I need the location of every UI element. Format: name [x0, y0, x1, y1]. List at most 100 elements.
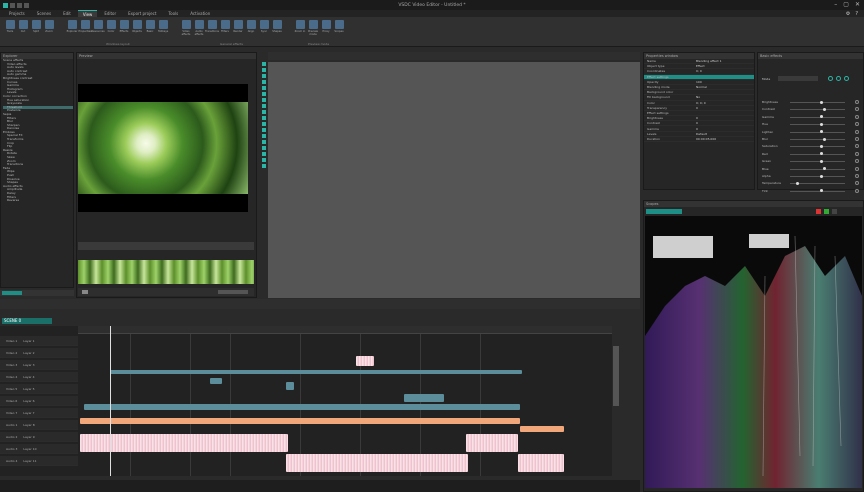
- ribbon-button-sync[interactable]: Sync: [258, 19, 270, 39]
- tool-icon[interactable]: [262, 74, 266, 78]
- slider-knob[interactable]: [820, 159, 824, 163]
- preview-ruler[interactable]: [78, 242, 254, 250]
- video-clip[interactable]: [84, 404, 520, 410]
- blue-channel-toggle[interactable]: [832, 209, 837, 214]
- ribbon-button-scopes[interactable]: Scopes: [333, 19, 345, 39]
- ribbon-button-zoom-in[interactable]: Zoom in: [294, 19, 306, 39]
- slider-track[interactable]: [790, 131, 845, 133]
- reset-icon[interactable]: [836, 76, 841, 81]
- ribbon-button-zoom[interactable]: Zoom: [43, 19, 55, 39]
- ribbon-button-video-effects[interactable]: Video effects: [180, 19, 192, 39]
- ribbon-button-shapes[interactable]: Shapes: [271, 19, 283, 39]
- color-wheel-icon[interactable]: [828, 76, 833, 81]
- tool-icon[interactable]: [262, 110, 266, 114]
- audio-clip[interactable]: [80, 434, 288, 452]
- ribbon-button-preview-mode[interactable]: Preview mode: [307, 19, 319, 39]
- scene-tab[interactable]: SCENE 0: [2, 318, 52, 324]
- tool-icon[interactable]: [262, 146, 266, 150]
- tool-icon[interactable]: [262, 92, 266, 96]
- ribbon-button-filters[interactable]: Filters: [219, 19, 231, 39]
- slider-knob[interactable]: [820, 152, 824, 156]
- tool-icon[interactable]: [262, 152, 266, 156]
- reset-slider-icon[interactable]: [855, 181, 859, 186]
- tool-icon[interactable]: [262, 86, 266, 90]
- ribbon-button-explorer[interactable]: Explorer: [66, 19, 78, 39]
- ribbon-button-cut[interactable]: Cut: [17, 19, 29, 39]
- reset-slider-icon[interactable]: [855, 100, 859, 104]
- slider-track[interactable]: [790, 161, 845, 163]
- reset-slider-icon[interactable]: [855, 129, 859, 134]
- audio-clip[interactable]: [518, 454, 564, 472]
- video-clip[interactable]: [110, 370, 522, 374]
- slider-track[interactable]: [790, 102, 845, 103]
- menu-item-projects[interactable]: Projects: [4, 10, 30, 17]
- tool-icon[interactable]: [262, 98, 266, 102]
- reset-slider-icon[interactable]: [855, 107, 859, 112]
- slider-track[interactable]: [790, 153, 845, 155]
- track-header[interactable]: Video 2 Layer 2: [0, 348, 78, 358]
- ribbon-button-hotkeys[interactable]: Hotkeys: [157, 19, 169, 39]
- video-clip[interactable]: [210, 378, 222, 384]
- mode-select[interactable]: [778, 76, 818, 81]
- menu-item-activation[interactable]: Activation: [185, 10, 215, 17]
- slider-knob[interactable]: [820, 122, 824, 126]
- ribbon-button-proxy[interactable]: Proxy: [320, 19, 332, 39]
- ribbon-button-audio-effects[interactable]: Audio effects: [193, 19, 205, 39]
- track-header[interactable]: Audio 4 Layer 11: [0, 456, 78, 466]
- scope-mode-select[interactable]: [646, 209, 682, 214]
- tool-icon[interactable]: [262, 68, 266, 72]
- track-header[interactable]: Audio 2 Layer 9: [0, 432, 78, 442]
- reset-slider-icon[interactable]: [855, 166, 859, 171]
- ribbon-button-properties[interactable]: Properties: [78, 19, 92, 39]
- slider-knob[interactable]: [820, 100, 824, 104]
- audio-clip[interactable]: [286, 454, 468, 472]
- video-clip[interactable]: [286, 382, 294, 390]
- ribbon-button-basic[interactable]: Basic: [144, 19, 156, 39]
- timeline-vscrollbar[interactable]: [612, 326, 620, 476]
- slider-track[interactable]: [790, 176, 845, 177]
- reset-slider-icon[interactable]: [855, 188, 859, 193]
- track-header[interactable]: Video 1 Layer 1: [0, 336, 78, 346]
- menu-item-export-project[interactable]: Export project: [123, 10, 161, 17]
- play-icon[interactable]: [82, 290, 88, 294]
- slider-track[interactable]: [790, 168, 845, 170]
- scene-canvas[interactable]: [268, 62, 640, 298]
- ribbon-button-resources[interactable]: Resources: [91, 19, 105, 39]
- ribbon-button-tools[interactable]: Tools: [4, 19, 16, 39]
- slider-knob[interactable]: [796, 181, 799, 185]
- slider-knob[interactable]: [823, 167, 827, 171]
- tool-icon[interactable]: [262, 158, 266, 162]
- minimize-icon[interactable]: –: [834, 1, 837, 8]
- slider-track[interactable]: [790, 116, 845, 118]
- video-clip[interactable]: [80, 418, 520, 424]
- reset-slider-icon[interactable]: [855, 114, 859, 119]
- slider-knob[interactable]: [820, 189, 824, 193]
- settings-icon[interactable]: ⚙: [846, 11, 850, 17]
- red-channel-toggle[interactable]: [816, 209, 821, 214]
- maximize-icon[interactable]: ▢: [843, 1, 849, 8]
- track-header[interactable]: Video 5 Layer 5: [0, 384, 78, 394]
- reset-slider-icon[interactable]: [855, 122, 859, 127]
- slider-knob[interactable]: [820, 115, 824, 119]
- video-clip[interactable]: [404, 394, 444, 402]
- ribbon-button-objects[interactable]: Objects: [131, 19, 143, 39]
- tree-item[interactable]: Reverse: [3, 199, 73, 203]
- track-header[interactable]: Video 3 Layer 3: [0, 360, 78, 370]
- track-header[interactable]: Video 7 Layer 7: [0, 408, 78, 418]
- ribbon-button-effects[interactable]: Effects: [118, 19, 130, 39]
- ribbon-button-align[interactable]: Align: [245, 19, 257, 39]
- tool-icon[interactable]: [262, 128, 266, 132]
- help-icon[interactable]: ?: [855, 11, 858, 17]
- track-header[interactable]: Audio 1 Layer 8: [0, 420, 78, 430]
- menu-item-view[interactable]: View: [77, 10, 98, 17]
- reset-slider-icon[interactable]: [855, 174, 859, 178]
- explorer-tab-active[interactable]: [2, 291, 22, 295]
- slider-track[interactable]: [790, 124, 845, 126]
- menu-item-editor[interactable]: Editor: [99, 10, 121, 17]
- green-channel-toggle[interactable]: [824, 209, 829, 214]
- track-header[interactable]: Video 6 Layer 6: [0, 396, 78, 406]
- ribbon-button-transitions[interactable]: Transitions: [205, 19, 219, 39]
- video-clip[interactable]: [520, 426, 564, 432]
- playhead[interactable]: [110, 326, 111, 476]
- tool-icon[interactable]: [262, 104, 266, 108]
